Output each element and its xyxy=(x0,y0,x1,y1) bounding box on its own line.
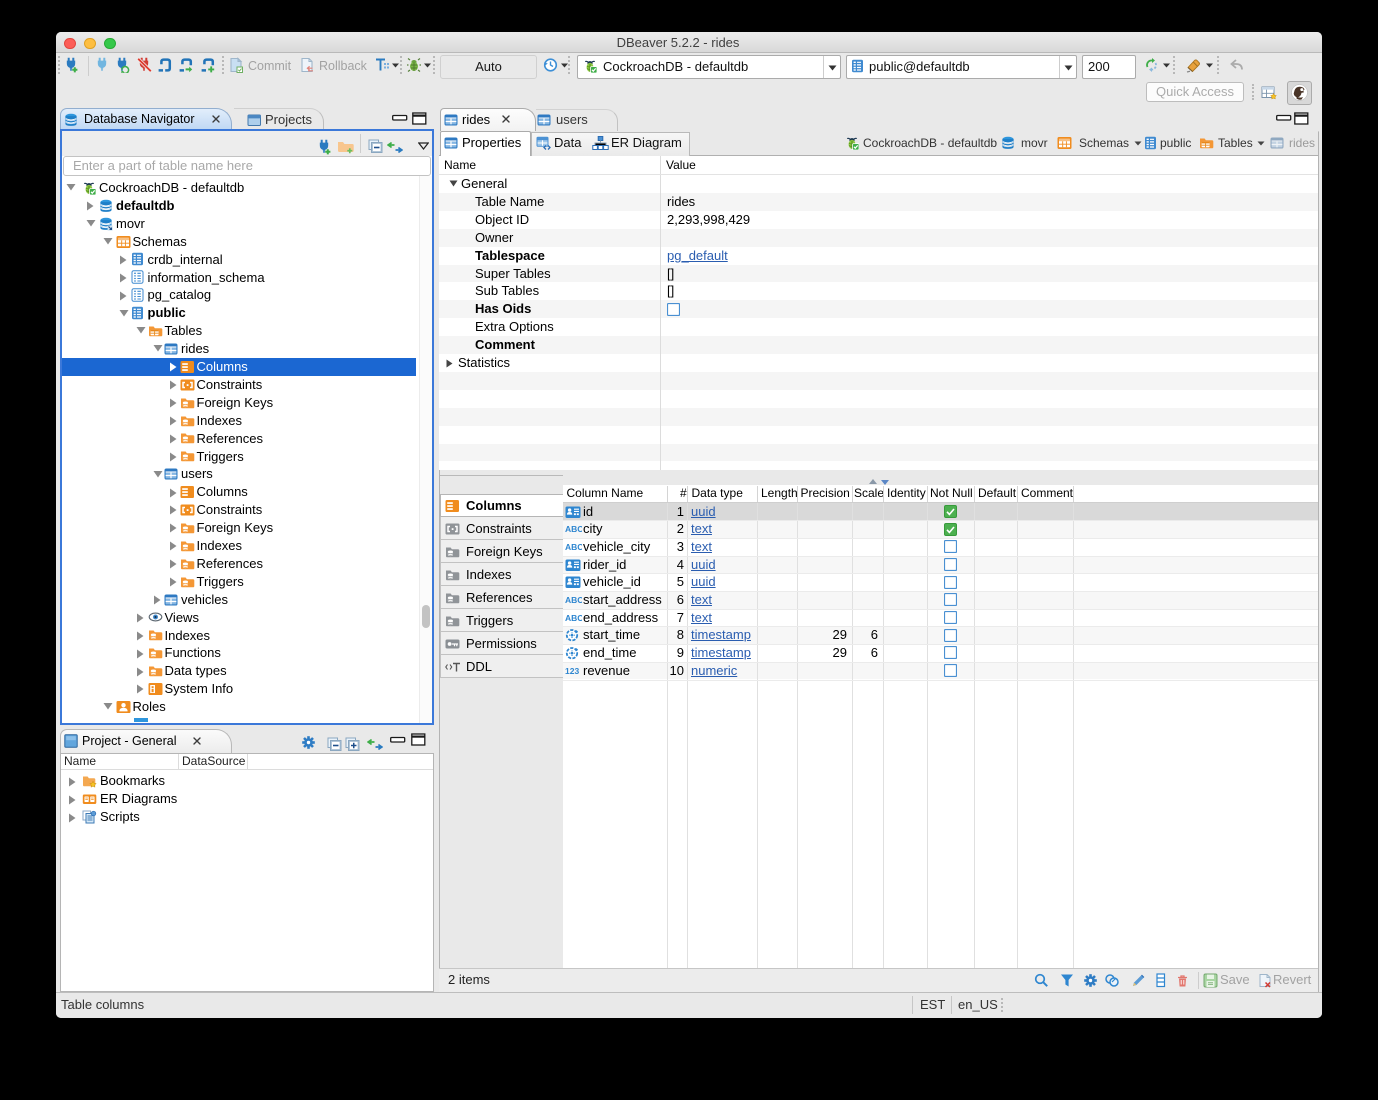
svg-text:ABC: ABC xyxy=(565,595,582,605)
svg-text:ABC: ABC xyxy=(565,542,582,552)
svg-text:ABC: ABC xyxy=(565,613,582,623)
svg-text:ABC: ABC xyxy=(565,524,582,534)
svg-text:123: 123 xyxy=(565,666,579,676)
